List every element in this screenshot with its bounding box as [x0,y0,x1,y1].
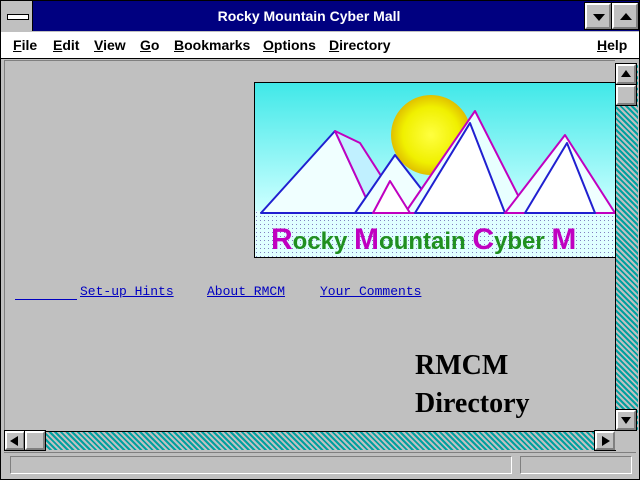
page-heading-line2: Directory [415,388,530,419]
maximize-icon [620,13,632,20]
your-comments-link[interactable]: Your Comments [320,284,421,299]
arrow-down-icon [621,417,631,424]
menu-file[interactable]: File [13,37,37,53]
menu-help[interactable]: Help [597,37,627,53]
progress-field [520,456,632,474]
horizontal-scrollbar[interactable] [4,431,615,450]
scroll-right-button[interactable] [594,430,616,451]
mountain-logo: Rocky Mountain Cyber M [255,83,615,257]
svg-text:Rocky Mountain Cyber M: Rocky Mountain Cyber M [271,223,576,256]
scroll-up-button[interactable] [615,63,637,85]
vertical-scrollbar[interactable] [615,63,638,431]
minimize-icon [593,14,605,21]
window-title: Rocky Mountain Cyber Mall [217,8,401,24]
vertical-scroll-thumb[interactable] [615,84,637,106]
scroll-left-button[interactable] [4,430,26,451]
system-menu-button[interactable] [1,1,33,31]
menu-bar: File Edit View Go Bookmarks Options Dire… [1,32,639,59]
scroll-down-button[interactable] [615,409,637,431]
rmcm-banner-image: Rocky Mountain Cyber M [254,82,616,258]
menu-view[interactable]: View [94,37,126,53]
menu-bookmarks[interactable]: Bookmarks [174,37,250,53]
link-underline-lead [15,284,77,300]
menu-options[interactable]: Options [263,37,316,53]
arrow-right-icon [602,436,610,446]
menu-edit[interactable]: Edit [53,37,79,53]
setup-hints-link[interactable]: Set-up Hints [80,284,174,299]
status-message-field [10,456,512,474]
system-menu-icon [7,14,29,20]
page-heading-line1: RMCM [415,350,509,381]
about-rmcm-link[interactable]: About RMCM [207,284,285,299]
menu-go[interactable]: Go [140,37,159,53]
scrollbar-corner [615,431,637,450]
menu-directory[interactable]: Directory [329,37,390,53]
horizontal-scroll-thumb[interactable] [24,430,46,451]
minimize-button[interactable] [584,2,612,30]
arrow-up-icon [621,70,631,77]
maximize-button[interactable] [611,2,639,30]
arrow-left-icon [10,436,18,446]
